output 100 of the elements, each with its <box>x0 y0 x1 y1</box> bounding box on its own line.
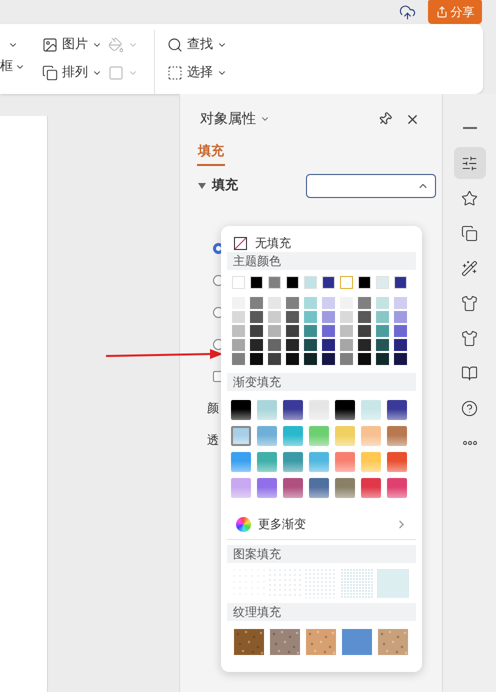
color-swatch[interactable] <box>394 339 407 351</box>
color-swatch[interactable] <box>376 311 389 323</box>
gradient-swatch[interactable] <box>309 426 329 446</box>
gradient-swatch[interactable] <box>283 426 303 446</box>
panel-title[interactable]: 对象属性 <box>200 108 256 130</box>
more-gradients-option[interactable]: 更多渐变 <box>258 515 306 533</box>
color-swatch[interactable] <box>376 297 389 309</box>
gradient-swatch[interactable] <box>387 426 407 446</box>
color-swatch[interactable] <box>340 276 353 289</box>
color-swatch[interactable] <box>286 297 299 309</box>
gradient-swatch[interactable] <box>283 400 303 420</box>
gradient-swatch[interactable] <box>257 452 277 472</box>
gradient-swatch[interactable] <box>283 452 303 472</box>
gradient-swatch[interactable] <box>387 478 407 498</box>
color-wheel-icon[interactable] <box>236 516 251 532</box>
color-swatch[interactable] <box>340 353 353 365</box>
ribbon-label[interactable]: 排列 <box>62 63 88 83</box>
color-swatch[interactable] <box>340 311 353 323</box>
color-swatch[interactable] <box>250 311 263 323</box>
color-swatch[interactable] <box>268 276 281 289</box>
color-swatch[interactable] <box>268 339 281 351</box>
color-swatch[interactable] <box>322 325 335 337</box>
color-swatch[interactable] <box>268 297 281 309</box>
color-swatch[interactable] <box>286 325 299 337</box>
gradient-swatch[interactable] <box>361 426 381 446</box>
ribbon-label[interactable]: 查找 <box>187 35 213 55</box>
gradient-swatch[interactable] <box>387 400 407 420</box>
color-swatch[interactable] <box>322 311 335 323</box>
color-swatch[interactable] <box>340 325 353 337</box>
gradient-swatch[interactable] <box>335 400 355 420</box>
color-swatch[interactable] <box>232 311 245 323</box>
gradient-swatch[interactable] <box>257 400 277 420</box>
color-swatch[interactable] <box>268 311 281 323</box>
selection-icon[interactable] <box>167 65 183 81</box>
color-swatch[interactable] <box>286 276 299 289</box>
gradient-swatch[interactable] <box>231 400 251 420</box>
tab[interactable]: 填充 <box>197 140 225 166</box>
ribbon-label[interactable]: 选择 <box>187 63 213 83</box>
color-swatch[interactable] <box>376 325 389 337</box>
color-swatch[interactable] <box>250 339 263 351</box>
texture-swatch[interactable] <box>270 629 300 655</box>
color-swatch[interactable] <box>376 353 389 365</box>
pattern-swatch[interactable] <box>341 569 373 598</box>
gradient-swatch[interactable] <box>387 452 407 472</box>
gradient-swatch[interactable] <box>361 452 381 472</box>
color-swatch[interactable] <box>304 276 317 289</box>
color-swatch[interactable] <box>304 353 317 365</box>
color-swatch[interactable] <box>250 325 263 337</box>
fill-dropdown[interactable] <box>306 174 436 198</box>
color-swatch[interactable] <box>394 325 407 337</box>
gradient-swatch[interactable] <box>231 478 251 498</box>
gradient-swatch[interactable] <box>335 426 355 446</box>
gradient-swatch[interactable] <box>309 478 329 498</box>
pattern-swatch[interactable] <box>377 569 409 598</box>
color-swatch[interactable] <box>376 339 389 351</box>
color-swatch[interactable] <box>358 353 371 365</box>
ribbon-label[interactable]: 图片 <box>62 35 88 55</box>
triangle-icon[interactable] <box>198 183 206 189</box>
color-swatch[interactable] <box>268 325 281 337</box>
color-swatch[interactable] <box>322 276 335 289</box>
color-swatch[interactable] <box>286 339 299 351</box>
color-swatch[interactable] <box>250 276 263 289</box>
color-swatch[interactable] <box>268 353 281 365</box>
gradient-swatch[interactable] <box>361 400 381 420</box>
texture-swatch[interactable] <box>306 629 336 655</box>
gradient-swatch[interactable] <box>335 478 355 498</box>
color-swatch[interactable] <box>394 353 407 365</box>
color-swatch[interactable] <box>304 339 317 351</box>
color-swatch[interactable] <box>250 353 263 365</box>
texture-swatch[interactable] <box>342 629 372 655</box>
no-fill-option[interactable]: 无填充 <box>255 234 291 252</box>
color-swatch[interactable] <box>232 339 245 351</box>
color-swatch[interactable] <box>250 297 263 309</box>
gradient-swatch[interactable] <box>257 426 277 446</box>
color-swatch[interactable] <box>286 311 299 323</box>
sidebar-tool[interactable] <box>454 147 486 179</box>
gradient-swatch[interactable] <box>283 478 303 498</box>
color-swatch[interactable] <box>232 353 245 365</box>
gradient-swatch[interactable] <box>231 452 251 472</box>
ribbon-label[interactable]: 框 <box>0 57 13 77</box>
color-swatch[interactable] <box>232 325 245 337</box>
color-swatch[interactable] <box>340 339 353 351</box>
gradient-swatch[interactable] <box>309 400 329 420</box>
color-swatch[interactable] <box>394 276 407 289</box>
color-swatch[interactable] <box>358 311 371 323</box>
picture-icon[interactable] <box>42 37 58 53</box>
gradient-swatch[interactable] <box>257 478 277 498</box>
search-icon[interactable] <box>167 37 183 53</box>
color-swatch[interactable] <box>304 325 317 337</box>
color-swatch[interactable] <box>232 276 245 289</box>
texture-swatch[interactable] <box>234 629 264 655</box>
gradient-swatch[interactable] <box>361 478 381 498</box>
color-swatch[interactable] <box>358 339 371 351</box>
pattern-swatch[interactable] <box>305 569 337 598</box>
color-swatch[interactable] <box>304 297 317 309</box>
color-swatch[interactable] <box>358 276 371 289</box>
texture-swatch[interactable] <box>378 629 408 655</box>
gradient-swatch[interactable] <box>309 452 329 472</box>
overlap-icon[interactable] <box>42 65 58 81</box>
color-swatch[interactable] <box>322 297 335 309</box>
